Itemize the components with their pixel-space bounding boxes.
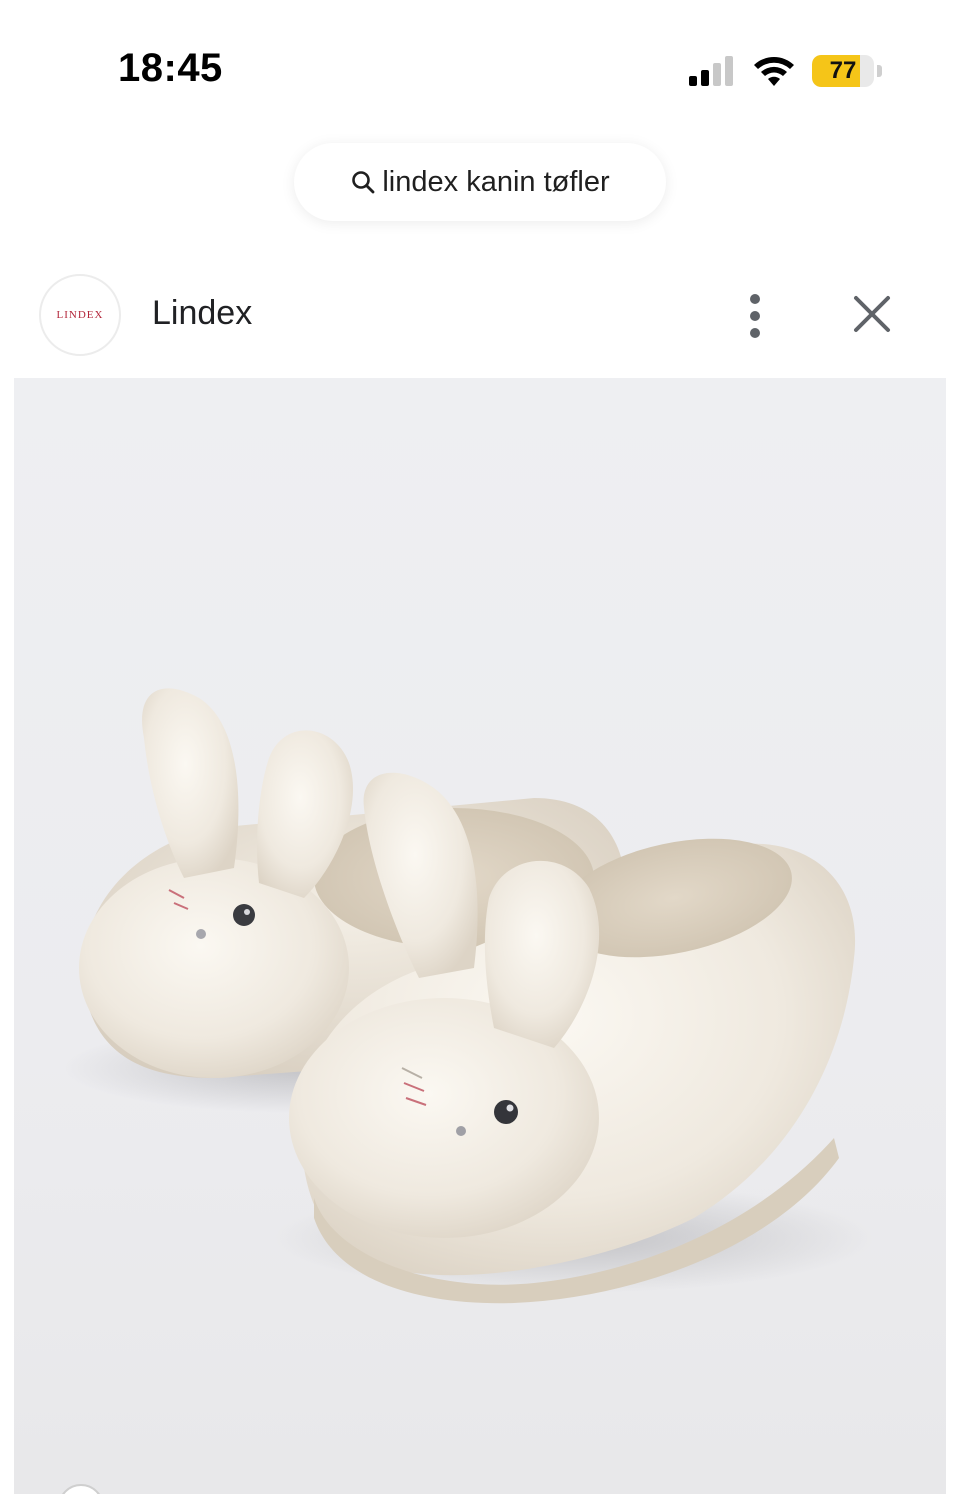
more-options-button[interactable] xyxy=(730,288,780,344)
status-time: 18:45 xyxy=(118,46,223,90)
close-button[interactable] xyxy=(848,290,896,338)
source-logo[interactable]: LINDEX xyxy=(39,274,121,356)
signal-icon xyxy=(689,56,733,86)
status-bar: 18:45 77 xyxy=(0,0,960,120)
product-image[interactable] xyxy=(14,378,946,1494)
search-query[interactable]: lindex kanin tøfler xyxy=(382,166,609,199)
bunny-slippers-image xyxy=(64,688,874,1304)
more-vert-icon xyxy=(750,294,760,304)
source-name[interactable]: Lindex xyxy=(152,294,252,333)
search-icon xyxy=(352,171,375,194)
search-bar[interactable]: lindex kanin tøfler xyxy=(294,143,666,221)
battery-icon: 77 xyxy=(812,55,882,87)
source-header: LINDEX Lindex xyxy=(0,262,960,378)
source-logo-text: LINDEX xyxy=(56,309,104,321)
close-icon xyxy=(854,296,890,332)
wifi-icon xyxy=(754,57,794,86)
battery-level: 77 xyxy=(829,57,857,84)
